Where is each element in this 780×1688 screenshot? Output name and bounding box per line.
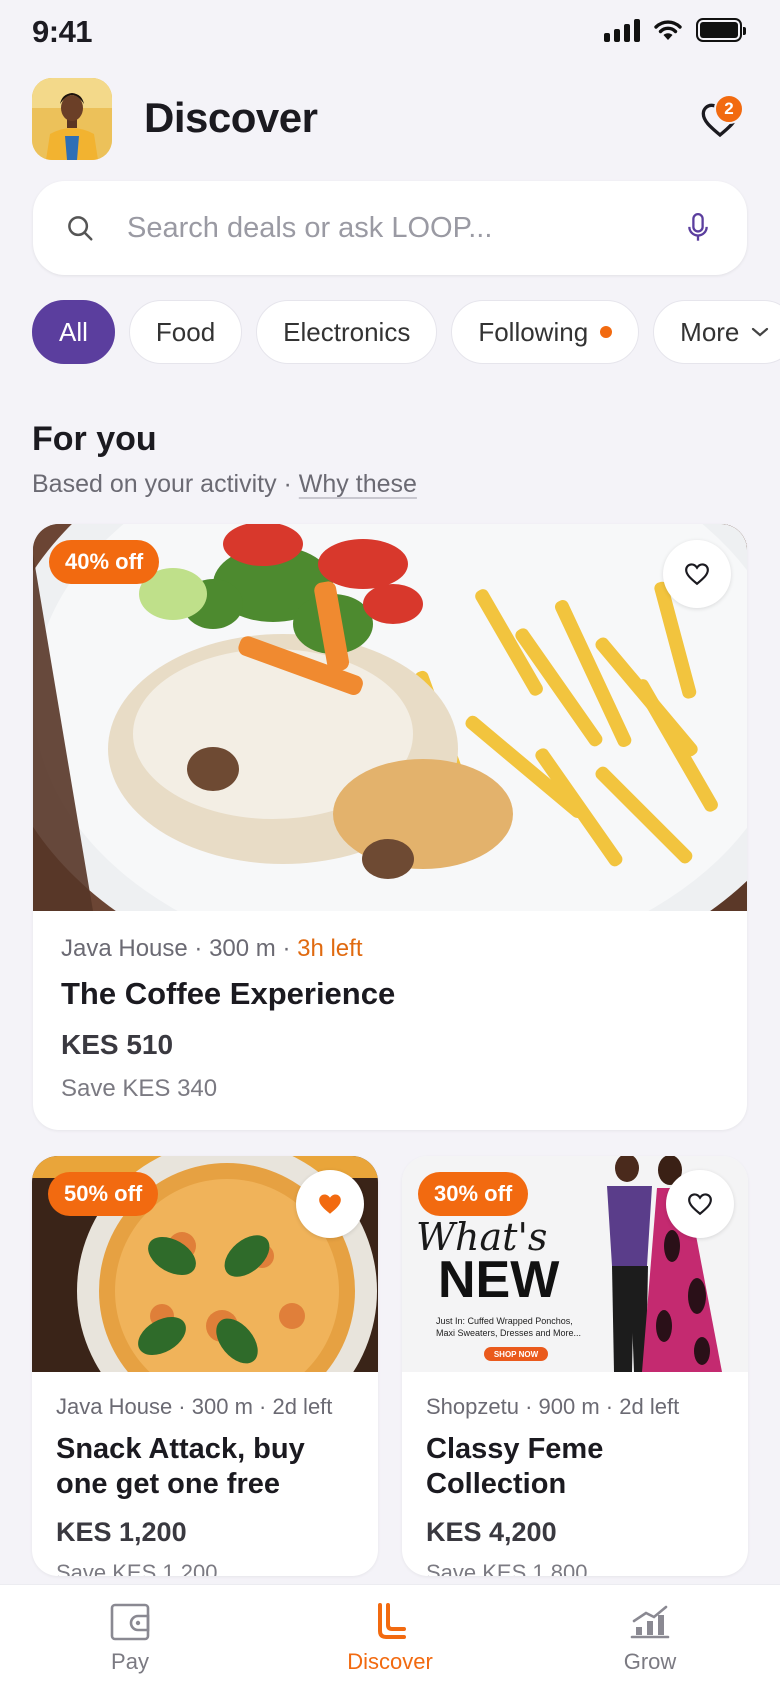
chip-food[interactable]: Food (128, 300, 243, 364)
status-time: 9:41 (32, 14, 93, 49)
chip-all[interactable]: All (32, 300, 115, 364)
chip-electronics[interactable]: Electronics (256, 300, 438, 364)
wishlist-button[interactable]: 2 (692, 92, 748, 148)
avatar[interactable] (32, 78, 112, 160)
wishlist-count-badge: 2 (714, 94, 744, 124)
ad-banner: What's NEW Just In: Cuffed Wrapped Ponch… (416, 1218, 606, 1362)
status-bar: 9:41 (0, 0, 780, 70)
growth-chart-icon (630, 1605, 670, 1639)
search-icon (68, 216, 93, 241)
wifi-icon (654, 20, 682, 40)
bottom-navigation: Pay Discover Grow (0, 1584, 780, 1688)
chip-more[interactable]: More (653, 300, 780, 364)
section-title: For you (32, 420, 157, 458)
new-activity-dot (600, 326, 613, 338)
wallet-icon (110, 1603, 150, 1641)
deal-title: The Coffee Experience (61, 976, 396, 1011)
search-bar (33, 181, 747, 275)
deal-title: Classy Feme Collection (426, 1433, 604, 1501)
deal-title: Snack Attack, buy one get one free (56, 1433, 305, 1501)
discount-badge: 50% off (48, 1172, 159, 1216)
nav-grow[interactable]: Grow (570, 1585, 730, 1688)
chip-following[interactable]: Following (451, 300, 640, 364)
favorite-button[interactable] (296, 1170, 364, 1238)
discount-badge: 30% off (418, 1172, 529, 1216)
deal-meta: Shopzetu · 900 m · 2d left (426, 1394, 680, 1419)
cellular-signal-icon (604, 18, 640, 42)
deal-savings: Save KES 1,200 (56, 1559, 218, 1576)
favorite-button[interactable] (666, 1170, 734, 1238)
heart-icon (688, 1193, 712, 1216)
discount-badge: 40% off (49, 540, 160, 584)
microphone-icon[interactable] (685, 213, 711, 243)
loop-logo-icon (378, 1603, 406, 1639)
deal-meta: Java House · 300 m · 2d left (56, 1394, 333, 1419)
section-subtitle: Based on your activity · Why these (32, 470, 417, 498)
heart-icon (685, 563, 709, 586)
deal-image: 40% off (33, 524, 747, 911)
search-input[interactable] (127, 211, 685, 245)
deal-image: 50% off (32, 1156, 378, 1372)
deal-image: What's NEW Just In: Cuffed Wrapped Ponch… (402, 1156, 748, 1372)
deal-price: KES 4,200 (426, 1516, 557, 1547)
deal-meta: Java House · 300 m · 3h left (61, 935, 363, 962)
favorite-button[interactable] (663, 540, 731, 608)
nav-discover[interactable]: Discover (310, 1585, 470, 1688)
category-chips: All Food Electronics Following More (32, 300, 780, 364)
time-left: 3h left (297, 935, 363, 962)
header: Discover 2 (32, 78, 748, 160)
deal-price: KES 510 (61, 1028, 174, 1060)
deal-savings: Save KES 1,800 (426, 1559, 588, 1576)
deal-card[interactable]: 50% off Java House · 300 m · 2d left Sna… (32, 1156, 378, 1576)
chevron-down-icon (752, 327, 769, 337)
status-icons (604, 18, 746, 42)
battery-icon (696, 18, 746, 42)
heart-filled-icon (319, 1194, 341, 1214)
deal-price: KES 1,200 (56, 1516, 187, 1547)
nav-pay[interactable]: Pay (50, 1585, 210, 1688)
page-title: Discover (144, 94, 318, 141)
why-these-link[interactable]: Why these (299, 470, 417, 498)
deal-card[interactable]: What's NEW Just In: Cuffed Wrapped Ponch… (402, 1156, 748, 1576)
deal-savings: Save KES 340 (61, 1074, 218, 1102)
deal-card[interactable]: 40% off Java House · 300 m · 3h left The… (33, 524, 747, 1130)
